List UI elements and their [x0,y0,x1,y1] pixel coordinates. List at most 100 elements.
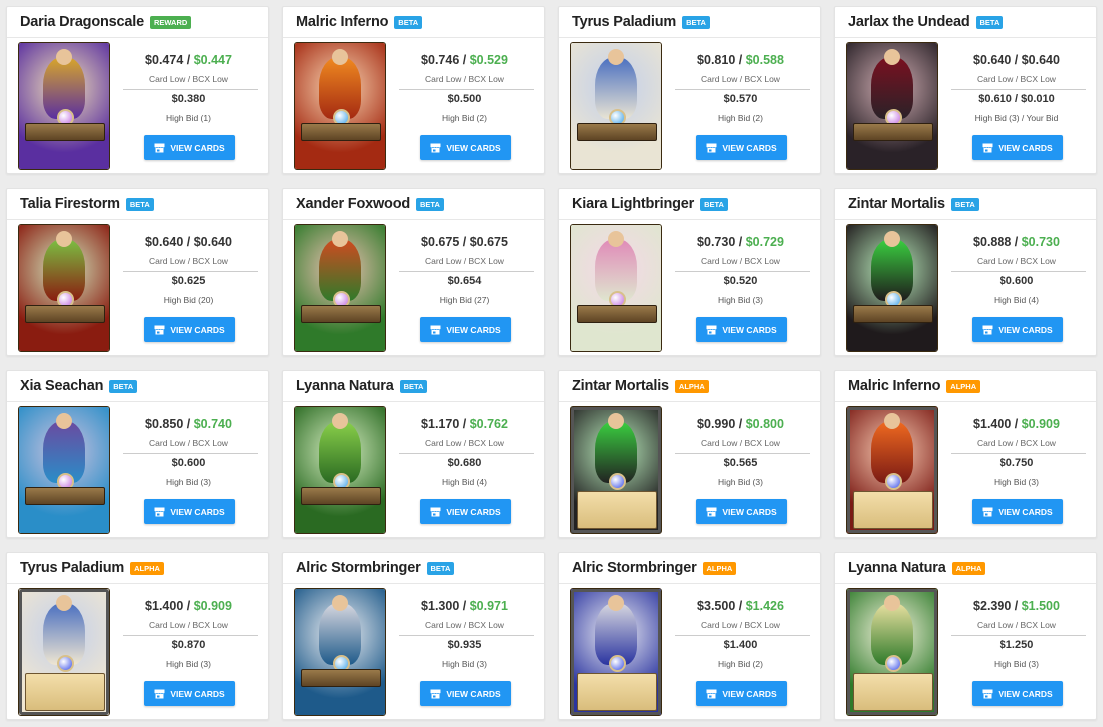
price-separator: / [735,417,746,431]
card-artwork[interactable] [570,406,662,534]
edition-badge: BETA [682,15,710,29]
card-title: Jarlax the Undead [848,14,970,30]
view-cards-label: VIEW CARDS [998,688,1053,699]
card-artwork[interactable] [18,224,110,352]
view-cards-button[interactable]: VIEW CARDS [144,135,235,160]
divider [675,89,810,90]
view-cards-button[interactable]: VIEW CARDS [972,135,1063,160]
card-low-price: $0.730 [697,235,736,249]
card-tile: Malric Inferno BETA $0.746 / $0.529 Card… [282,6,545,174]
card-header: Zintar Mortalis BETA [835,189,1096,220]
view-cards-button[interactable]: VIEW CARDS [972,499,1063,524]
view-cards-button[interactable]: VIEW CARDS [420,135,511,160]
high-bid-price: $0.565 [723,457,758,469]
card-artwork[interactable] [18,406,110,534]
view-cards-button[interactable]: VIEW CARDS [144,681,235,706]
view-cards-label: VIEW CARDS [998,506,1053,517]
card-tile: Malric Inferno ALPHA $1.400 / $0.909 Car… [834,370,1097,538]
card-tile: Tyrus Paladium ALPHA $1.400 / $0.909 Car… [6,552,269,720]
card-tile: Xia Seachan BETA $0.850 / $0.740 Card Lo… [6,370,269,538]
card-artwork[interactable] [846,406,938,534]
view-cards-button[interactable]: VIEW CARDS [972,681,1063,706]
price-label: Card Low / BCX Low [701,256,780,266]
view-cards-label: VIEW CARDS [446,324,501,335]
view-cards-button[interactable]: VIEW CARDS [696,681,787,706]
price-line: $1.170 / $0.762 [383,417,544,431]
card-tile: Lyanna Natura ALPHA $2.390 / $1.500 Card… [834,552,1097,720]
card-artwork[interactable] [294,406,386,534]
view-cards-button[interactable]: VIEW CARDS [696,317,787,342]
card-title: Tyrus Paladium [572,14,677,30]
card-artwork[interactable] [846,42,938,170]
view-cards-button[interactable]: VIEW CARDS [420,681,511,706]
card-low-price: $1.300 [421,599,460,613]
view-cards-button[interactable]: VIEW CARDS [144,317,235,342]
card-title: Lyanna Natura [296,378,394,394]
edition-badge: ALPHA [946,379,981,393]
store-icon [982,325,993,335]
high-bid-label: High Bid (4) [442,477,487,487]
card-artwork[interactable] [846,224,938,352]
high-bid-label: High Bid (27) [439,295,490,305]
card-artwork[interactable] [570,588,662,716]
view-cards-button[interactable]: VIEW CARDS [696,499,787,524]
card-tile: Lyanna Natura BETA $1.170 / $0.762 Card … [282,370,545,538]
card-artwork[interactable] [294,224,386,352]
card-low-price: $0.850 [145,417,184,431]
card-artwork[interactable] [846,588,938,716]
view-cards-button[interactable]: VIEW CARDS [696,135,787,160]
card-header: Lyanna Natura BETA [283,371,544,402]
artwork-name-plate [577,305,657,323]
divider [123,271,258,272]
view-cards-label: VIEW CARDS [170,688,225,699]
price-separator: / [459,599,470,613]
divider [399,271,534,272]
view-cards-button[interactable]: VIEW CARDS [420,317,511,342]
bcx-low-price: $0.971 [469,599,508,613]
price-separator: / [735,599,746,613]
high-bid-label: High Bid (3) [442,659,487,669]
artwork-head [332,231,348,247]
card-artwork[interactable] [570,224,662,352]
view-cards-label: VIEW CARDS [446,688,501,699]
price-line: $2.390 / $1.500 [935,599,1096,613]
artwork-name-plate [25,123,105,141]
divider [123,635,258,636]
card-header: Malric Inferno ALPHA [835,371,1096,402]
card-tile: Alric Stormbringer ALPHA $3.500 / $1.426… [558,552,821,720]
edition-badge: BETA [399,379,428,393]
price-label: Card Low / BCX Low [149,74,228,84]
artwork-name-plate [853,123,933,141]
artwork-head [56,413,72,429]
store-icon [706,689,717,699]
card-header: Tyrus Paladium ALPHA [7,553,268,584]
card-artwork[interactable] [18,42,110,170]
artwork-name-plate [301,487,381,505]
price-label: Card Low / BCX Low [977,256,1056,266]
card-artwork[interactable] [294,588,386,716]
view-cards-button[interactable]: VIEW CARDS [420,499,511,524]
card-header: Xander Foxwood BETA [283,189,544,220]
card-tile: Xander Foxwood BETA $0.675 / $0.675 Card… [282,188,545,356]
divider [675,635,810,636]
high-bid-label: High Bid (3) [166,659,211,669]
bcx-low-price: $0.762 [469,417,508,431]
price-label: Card Low / BCX Low [977,438,1056,448]
view-cards-button[interactable]: VIEW CARDS [972,317,1063,342]
card-artwork[interactable] [18,588,110,716]
card-artwork[interactable] [570,42,662,170]
artwork-name-plate [577,123,657,141]
price-label: Card Low / BCX Low [425,620,504,630]
price-line: $3.500 / $1.426 [659,599,820,613]
price-label: Card Low / BCX Low [149,620,228,630]
card-artwork[interactable] [294,42,386,170]
card-header: Xia Seachan BETA [7,371,268,402]
price-separator: / [183,599,194,613]
divider [951,635,1086,636]
artwork-name-plate [25,487,105,505]
high-bid-label: High Bid (2) [718,659,763,669]
card-header: Zintar Mortalis ALPHA [559,371,820,402]
view-cards-button[interactable]: VIEW CARDS [144,499,235,524]
artwork-head [608,231,624,247]
store-icon [430,689,441,699]
